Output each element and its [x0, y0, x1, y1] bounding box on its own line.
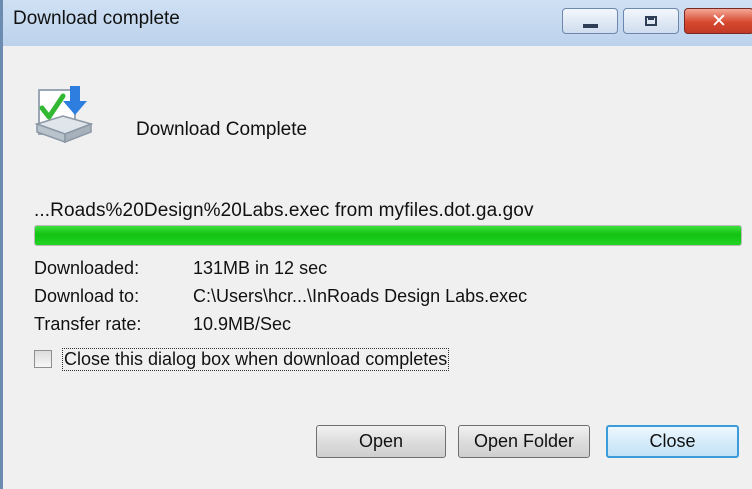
progress-fill	[35, 226, 741, 245]
download-to-value: C:\Users\hcr...\InRoads Design Labs.exec	[193, 286, 528, 306]
minimize-button[interactable]	[562, 8, 618, 34]
maximize-icon	[645, 16, 657, 26]
close-when-complete-checkbox[interactable]	[34, 350, 52, 368]
download-complete-dialog: Download complete ✕ Download Complete ..…	[0, 0, 752, 489]
window-title: Download complete	[13, 8, 180, 29]
downloaded-value: 131MB in 12 sec	[193, 258, 328, 278]
open-folder-button[interactable]: Open Folder	[458, 425, 590, 458]
close-window-button[interactable]: ✕	[684, 8, 752, 34]
download-complete-icon	[34, 86, 94, 144]
close-icon: ✕	[711, 10, 727, 32]
open-button[interactable]: Open	[316, 425, 446, 458]
dialog-heading: Download Complete	[136, 119, 308, 140]
downloaded-label: Downloaded:	[34, 258, 140, 278]
title-bar[interactable]: Download complete ✕	[3, 0, 752, 46]
download-progress-bar	[34, 225, 742, 246]
maximize-button[interactable]	[623, 8, 679, 34]
close-button[interactable]: Close	[606, 425, 739, 458]
minimize-icon	[583, 24, 598, 28]
file-source-text: ...Roads%20Design%20Labs.exec from myfil…	[34, 200, 534, 221]
close-when-complete-label[interactable]: Close this dialog box when download comp…	[62, 348, 450, 371]
dialog-content: Download Complete ...Roads%20Design%20La…	[3, 46, 752, 489]
transfer-rate-label: Transfer rate:	[34, 314, 142, 334]
download-to-label: Download to:	[34, 286, 140, 306]
transfer-rate-value: 10.9MB/Sec	[193, 314, 292, 334]
